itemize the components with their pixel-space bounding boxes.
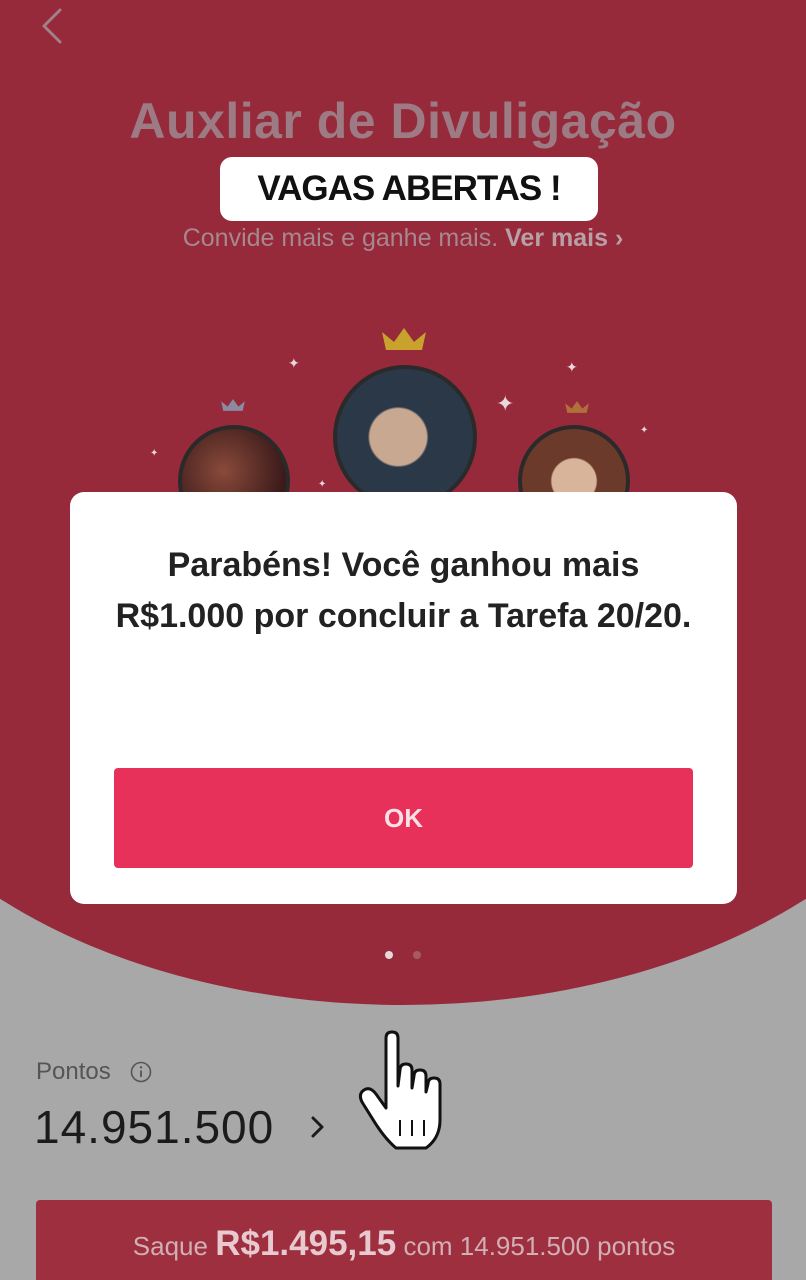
sparkle-icon: ✦	[496, 391, 515, 416]
see-more-chevron: ›	[614, 224, 624, 252]
ok-button[interactable]: OK	[114, 768, 693, 868]
see-more-link[interactable]: Ver mais ›	[505, 224, 623, 252]
sparkle-icon: ✦	[288, 355, 300, 371]
see-more-label: Ver mais	[505, 224, 608, 252]
crown-icon	[382, 328, 426, 350]
page: Auxliar de Divuligação VAGAS ABERTAS ! C…	[0, 0, 806, 1280]
crown-icon	[221, 399, 245, 411]
crown-icon	[565, 401, 589, 413]
dialog-message: Parabéns! Você ganhou mais R$1.000 por c…	[115, 546, 692, 635]
withdraw-prefix: Saque	[132, 1231, 208, 1261]
chevron-left-icon[interactable]	[36, 6, 70, 46]
hand-cursor-icon	[358, 1030, 442, 1150]
invite-subtitle: Convide mais e ganhe mais. Ver mais ›	[0, 224, 806, 253]
points-value[interactable]: 14.951.500	[34, 1100, 274, 1154]
reward-dialog: Parabéns! Você ganhou mais R$1.000 por c…	[70, 492, 737, 904]
withdraw-button[interactable]: Saque R$1.495,15 com 14.951.500 pontos	[36, 1200, 772, 1280]
sparkle-icon: ✦	[640, 425, 649, 436]
sparkle-icon: ✦	[318, 479, 327, 490]
carousel-dot[interactable]	[413, 951, 421, 959]
chevron-right-icon[interactable]	[308, 1112, 328, 1142]
sparkle-icon: ✦	[150, 448, 159, 459]
info-icon[interactable]	[130, 1061, 152, 1083]
page-title: Auxliar de Divuligação	[129, 93, 677, 149]
avatar	[333, 365, 477, 509]
sparkle-icon: ✦	[566, 359, 578, 375]
carousel-dot-active[interactable]	[385, 951, 393, 959]
invite-subtitle-text: Convide mais e ganhe mais.	[182, 224, 499, 252]
withdraw-suffix: com 14.951.500 pontos	[403, 1231, 676, 1261]
withdraw-amount: R$1.495,15	[215, 1224, 397, 1263]
open-positions-badge: VAGAS ABERTAS !	[220, 157, 598, 221]
points-label: Pontos	[36, 1058, 111, 1085]
